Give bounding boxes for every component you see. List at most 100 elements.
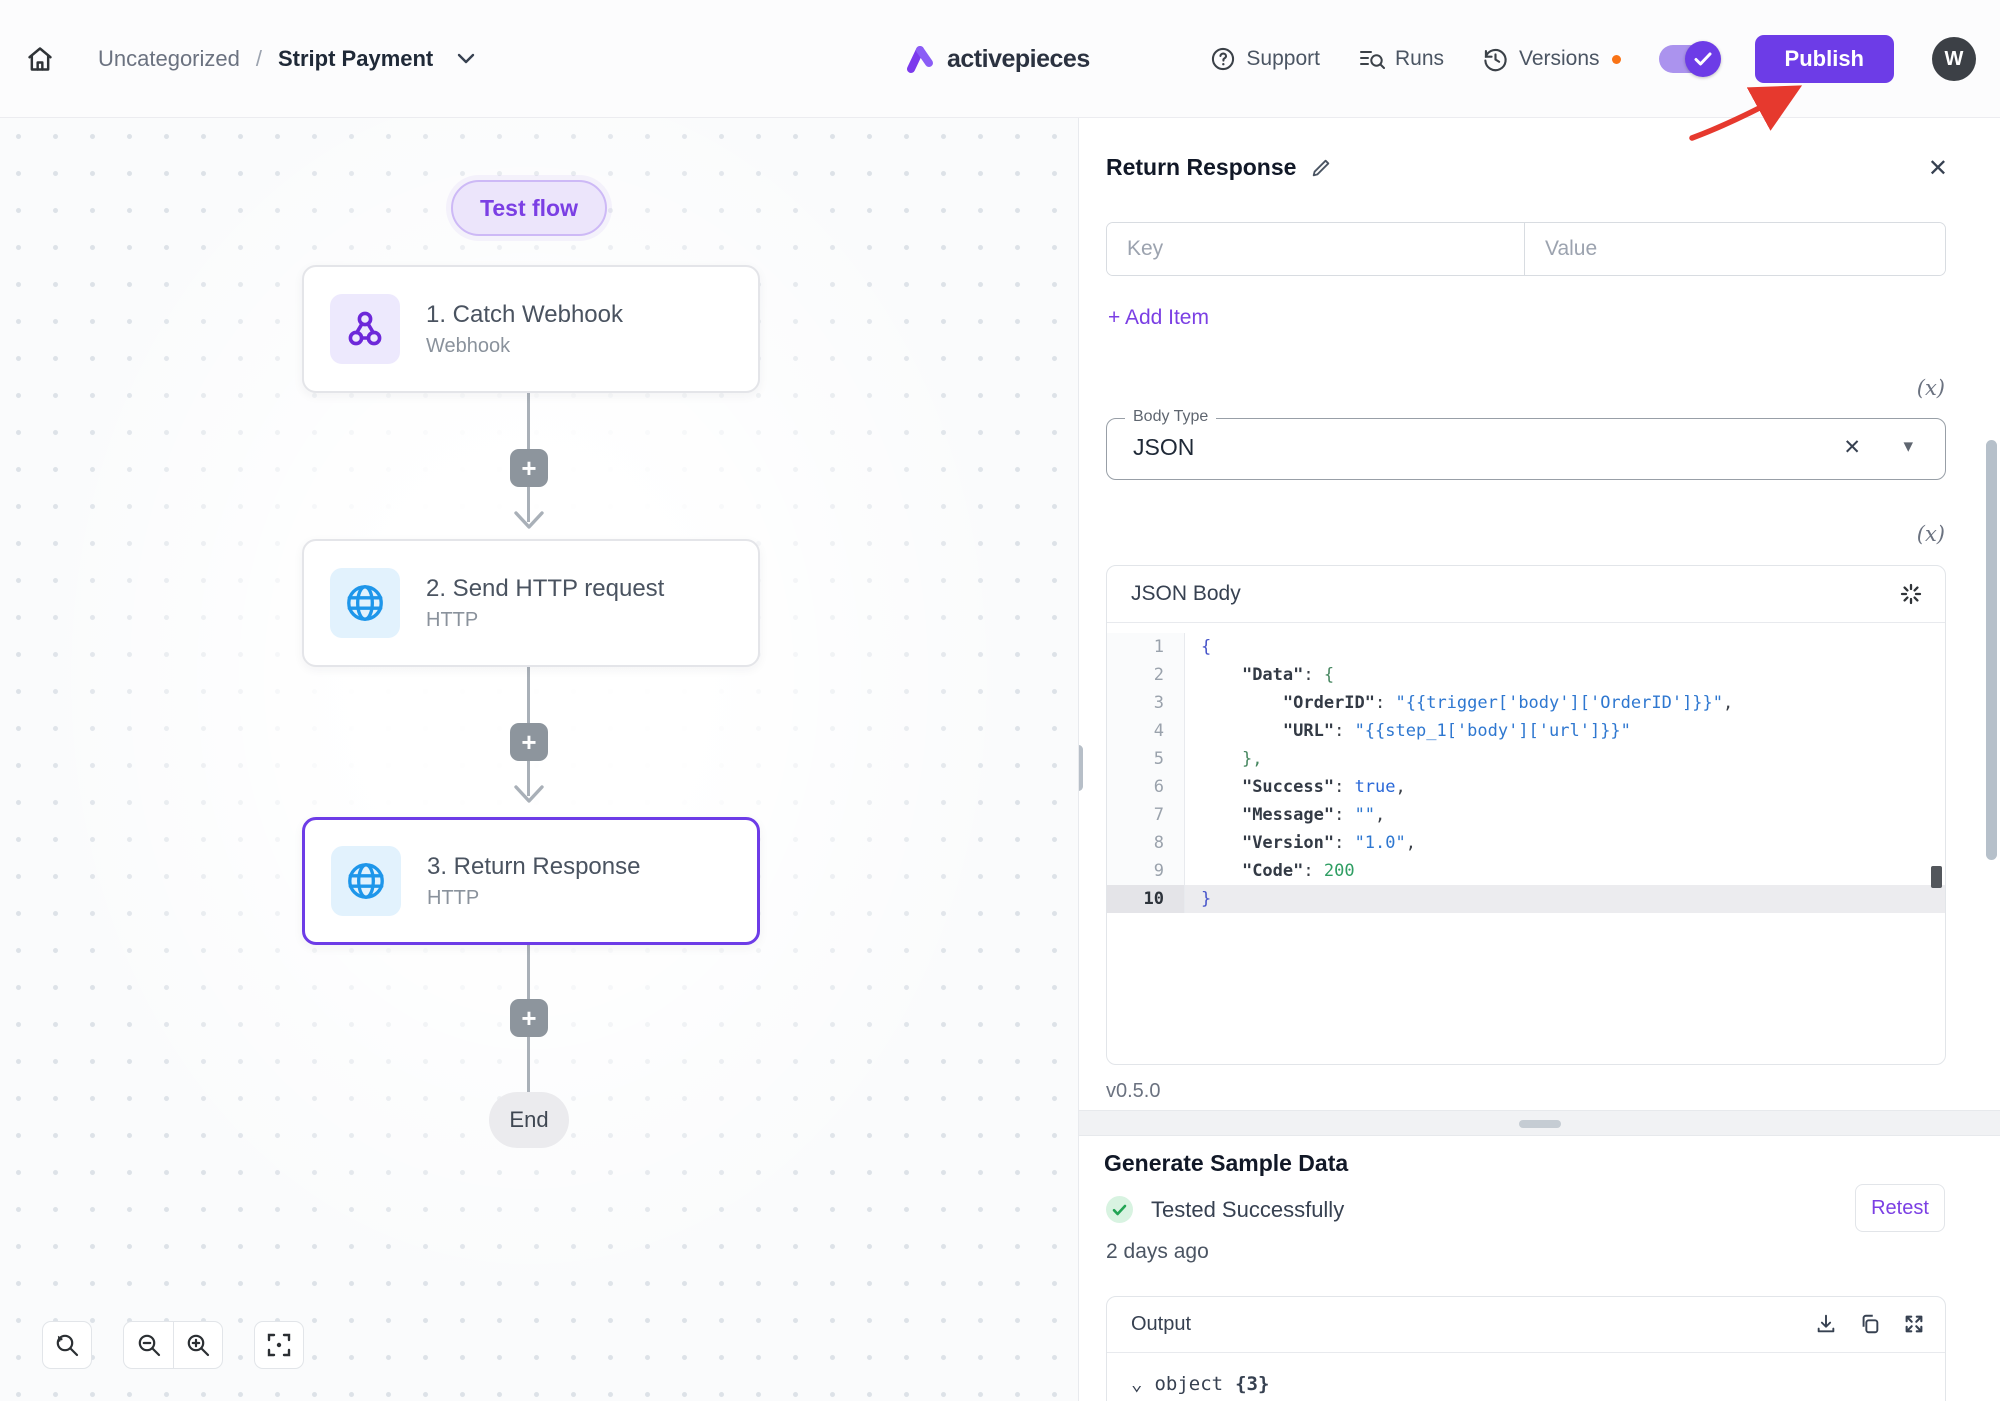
unsaved-changes-dot xyxy=(1612,55,1621,64)
versions-label: Versions xyxy=(1519,47,1600,71)
step-title: 1. Catch Webhook xyxy=(426,301,623,329)
user-avatar[interactable]: W xyxy=(1932,37,1976,81)
add-item-link[interactable]: + Add Item xyxy=(1108,306,1209,330)
code-line[interactable]: 6 "Success": true, xyxy=(1107,773,1945,801)
step-node-return-response[interactable]: 3. Return Response HTTP xyxy=(302,817,760,945)
step-piece-name: HTTP xyxy=(426,609,664,632)
connector-arrowhead xyxy=(513,510,545,530)
dynamic-value-icon[interactable]: (x) xyxy=(1917,522,1945,546)
globe-icon xyxy=(331,846,401,916)
zoom-in-button[interactable] xyxy=(173,1321,223,1369)
body-type-label: Body Type xyxy=(1125,408,1216,426)
versions-button[interactable]: Versions xyxy=(1482,46,1621,73)
body-type-select[interactable]: Body Type JSON ✕ ▾ xyxy=(1106,418,1946,480)
step-node-send-http[interactable]: 2. Send HTTP request HTTP xyxy=(302,539,760,667)
home-icon[interactable] xyxy=(26,45,54,73)
reset-zoom-button[interactable] xyxy=(42,1321,92,1369)
connector-arrowhead xyxy=(513,784,545,804)
json-body-label: JSON Body xyxy=(1131,582,1241,606)
edit-pencil-icon[interactable] xyxy=(1310,157,1332,179)
add-step-button[interactable]: + xyxy=(510,723,548,761)
runs-list-search-icon xyxy=(1358,47,1385,71)
code-line[interactable]: 3 "OrderID": "{{trigger['body']['OrderID… xyxy=(1107,689,1945,717)
history-clock-icon xyxy=(1482,46,1509,73)
output-card: Output ⌄ object {3} xyxy=(1106,1296,1946,1401)
key-input[interactable] xyxy=(1107,223,1525,275)
close-panel-icon[interactable]: ✕ xyxy=(1928,154,1948,183)
last-tested-time: 2 days ago xyxy=(1106,1240,1209,1264)
expand-icon[interactable] xyxy=(1903,1313,1925,1335)
zoom-in-icon xyxy=(185,1332,211,1358)
publish-button[interactable]: Publish xyxy=(1755,35,1894,83)
code-line[interactable]: 8 "Version": "1.0", xyxy=(1107,829,1945,857)
value-input[interactable] xyxy=(1525,223,1945,275)
json-body-editor: JSON Body 1{2 "Data": {3 "OrderID": "{{t… xyxy=(1106,565,1946,1065)
zoom-out-icon xyxy=(136,1332,162,1358)
select-caret-icon[interactable]: ▾ xyxy=(1903,435,1913,458)
top-bar: Uncategorized / Stript Payment activepie… xyxy=(0,0,2000,118)
runs-label: Runs xyxy=(1395,47,1444,71)
zoom-out-button[interactable] xyxy=(123,1321,173,1369)
chevron-down-icon[interactable] xyxy=(457,53,475,65)
line-number: 7 xyxy=(1107,801,1185,829)
editor-scrollbar-thumb[interactable] xyxy=(1931,866,1942,888)
top-nav: Support Runs Versions Publish xyxy=(1210,0,1976,118)
code-line[interactable]: 4 "URL": "{{step_1['body']['url']}}" xyxy=(1107,717,1945,745)
question-circle-icon xyxy=(1210,46,1236,72)
runs-button[interactable]: Runs xyxy=(1358,47,1444,71)
line-number: 10 xyxy=(1107,885,1185,913)
toggle-check-icon xyxy=(1685,41,1721,77)
canvas-zoom-toolbar xyxy=(42,1321,304,1369)
test-flow-button[interactable]: Test flow xyxy=(451,180,607,236)
code-line[interactable]: 7 "Message": "", xyxy=(1107,801,1945,829)
divider-drag-handle xyxy=(1519,1120,1561,1128)
support-button[interactable]: Support xyxy=(1210,46,1320,72)
generate-sample-data-title: Generate Sample Data xyxy=(1104,1150,1348,1177)
step-title: 2. Send HTTP request xyxy=(426,575,664,603)
code-line[interactable]: 9 "Code": 200 xyxy=(1107,857,1945,885)
add-step-button[interactable]: + xyxy=(510,449,548,487)
activepieces-logo[interactable]: activepieces xyxy=(905,0,1090,118)
retest-button[interactable]: Retest xyxy=(1855,1184,1945,1232)
download-icon[interactable] xyxy=(1815,1313,1837,1335)
line-number: 6 xyxy=(1107,773,1185,801)
clear-selection-icon[interactable]: ✕ xyxy=(1843,435,1861,460)
line-number: 4 xyxy=(1107,717,1185,745)
test-status-row: Tested Successfully xyxy=(1106,1196,1344,1223)
copy-icon[interactable] xyxy=(1859,1313,1881,1335)
panel-section-divider[interactable] xyxy=(1079,1110,2000,1136)
flow-enabled-toggle[interactable] xyxy=(1659,45,1717,73)
dynamic-value-icon[interactable]: (x) xyxy=(1917,376,1945,400)
fit-view-icon xyxy=(266,1332,292,1358)
panel-resize-handle[interactable] xyxy=(1078,745,1083,791)
panel-scrollbar-thumb[interactable] xyxy=(1986,440,1997,860)
line-number: 5 xyxy=(1107,745,1185,773)
support-label: Support xyxy=(1246,47,1320,71)
breadcrumb-category[interactable]: Uncategorized xyxy=(98,46,240,72)
code-line[interactable]: 10} xyxy=(1107,885,1945,913)
line-number: 8 xyxy=(1107,829,1185,857)
breadcrumb: Uncategorized / Stript Payment xyxy=(26,0,475,118)
flow-canvas[interactable]: Test flow 1. Catch Webhook Webhook + xyxy=(0,118,1078,1401)
step-piece-name: Webhook xyxy=(426,335,623,358)
step-piece-name: HTTP xyxy=(427,887,640,910)
code-line[interactable]: 1{ xyxy=(1107,633,1945,661)
ai-sparkle-icon[interactable] xyxy=(1899,582,1923,606)
fit-view-button[interactable] xyxy=(254,1321,304,1369)
code-line[interactable]: 2 "Data": { xyxy=(1107,661,1945,689)
flow-builder-app: Uncategorized / Stript Payment activepie… xyxy=(0,0,2000,1401)
code-line[interactable]: 5 }, xyxy=(1107,745,1945,773)
logo-wordmark: activepieces xyxy=(947,45,1090,74)
panel-title: Return Response xyxy=(1106,154,1296,181)
line-number: 2 xyxy=(1107,661,1185,689)
line-number: 1 xyxy=(1107,633,1185,661)
piece-version: v0.5.0 xyxy=(1106,1080,1160,1103)
output-tree-root[interactable]: ⌄ object {3} xyxy=(1107,1353,1945,1395)
body-type-value: JSON xyxy=(1133,434,1194,461)
flow-name[interactable]: Stript Payment xyxy=(278,46,433,72)
tree-chevron-icon[interactable]: ⌄ xyxy=(1131,1373,1142,1395)
tree-node-count: {3} xyxy=(1235,1373,1269,1395)
breadcrumb-separator: / xyxy=(256,46,262,72)
step-node-catch-webhook[interactable]: 1. Catch Webhook Webhook xyxy=(302,265,760,393)
add-step-button[interactable]: + xyxy=(510,999,548,1037)
